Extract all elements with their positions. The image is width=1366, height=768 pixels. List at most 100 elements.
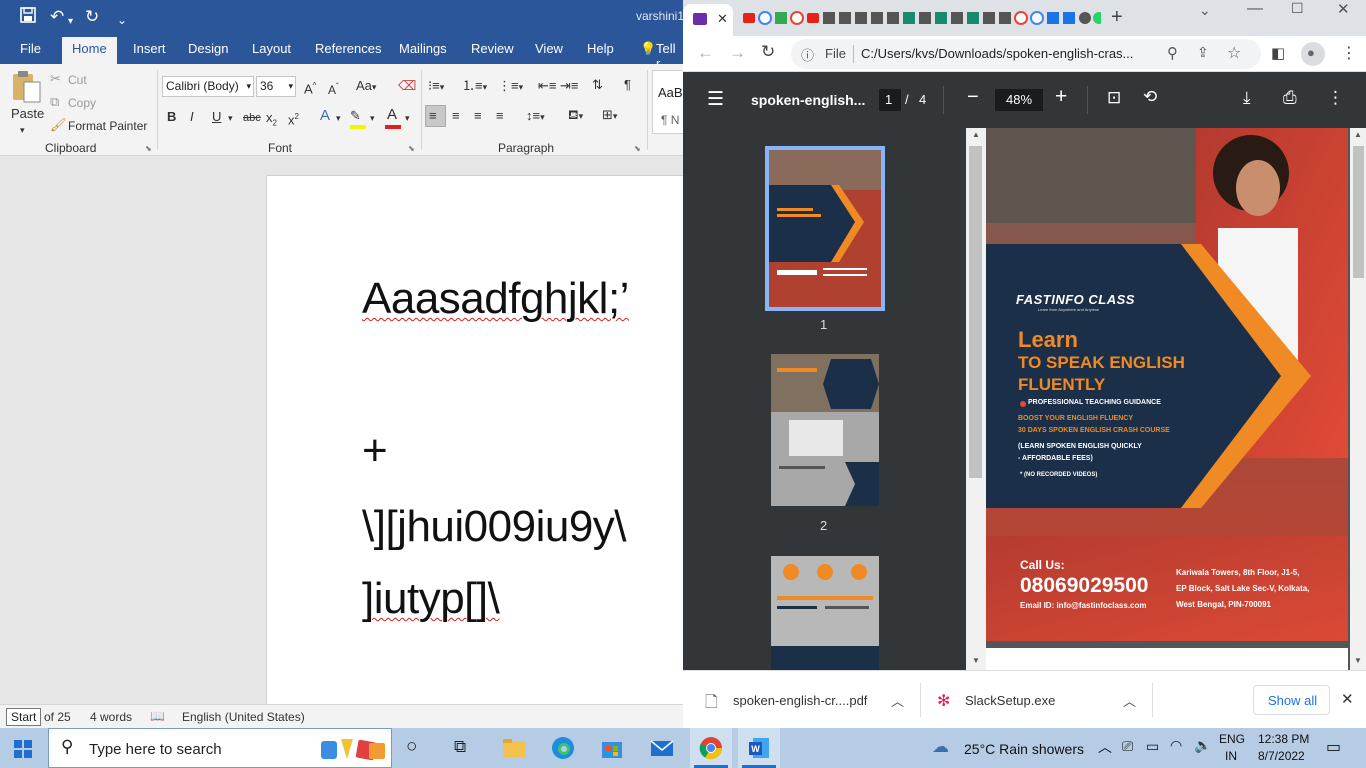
tab-design[interactable]: Design — [188, 41, 228, 56]
tab-insert[interactable]: Insert — [133, 41, 166, 56]
proofing-icon[interactable]: 📖 — [150, 709, 165, 723]
language-status[interactable]: English (United States) — [182, 710, 305, 724]
thumbnail-3[interactable] — [771, 556, 879, 670]
redo-icon[interactable]: ↻ — [85, 7, 99, 27]
highlight-icon[interactable]: ✎ — [350, 108, 361, 124]
customize-quick-access-icon[interactable]: ⌄ — [117, 10, 127, 30]
bold-icon[interactable]: B — [167, 109, 176, 125]
pdf-menu-icon[interactable]: ☰ — [707, 88, 724, 111]
thumbnail-1[interactable] — [765, 146, 885, 311]
paragraph-launcher-icon[interactable]: ⬊ — [634, 144, 641, 153]
wifi-icon[interactable]: ◠ — [1170, 737, 1182, 754]
pdf-more-icon[interactable]: ⋮ — [1327, 88, 1344, 108]
taskbar-search-box[interactable]: ⚲ Type here to search — [48, 728, 392, 768]
search-highlights-icon[interactable] — [319, 735, 389, 763]
volume-icon[interactable]: 🔈 — [1194, 737, 1211, 754]
word-taskbar-button[interactable]: W — [738, 728, 780, 768]
page-count[interactable]: of 25 — [44, 710, 71, 724]
thumbnail-scrollbar[interactable]: ▲ ▼ — [966, 128, 986, 670]
tab-home[interactable]: Home — [62, 37, 117, 65]
maximize-icon[interactable]: ☐ — [1291, 0, 1304, 17]
undo-dropdown-icon[interactable]: ▾ — [68, 12, 73, 32]
download-item-pdf[interactable]: 🗋 spoken-english-cr....pdf ︿ — [693, 679, 911, 721]
justify-icon[interactable]: ≡ — [496, 108, 504, 124]
font-color-dropdown-icon[interactable]: ▾ — [405, 110, 410, 126]
store-icon[interactable] — [600, 736, 624, 760]
tab-review[interactable]: Review — [471, 41, 514, 56]
zoom-level-input[interactable]: 48% — [995, 89, 1043, 111]
tab-search-icon[interactable]: ⌄ — [1199, 2, 1211, 19]
download-options-icon[interactable]: ︿ — [1123, 691, 1136, 710]
thumbnail-2[interactable] — [771, 354, 879, 506]
clock-time[interactable]: 12:38 PM — [1258, 732, 1309, 746]
download-item-exe[interactable]: ✻ SlackSetup.exe ︿ — [927, 679, 1149, 721]
show-formatting-icon[interactable]: ¶ — [624, 77, 631, 93]
reload-icon[interactable]: ↻ — [761, 42, 775, 62]
strikethrough-icon[interactable]: abc — [243, 110, 261, 126]
rotate-icon[interactable]: ⟲ — [1143, 87, 1157, 107]
clipboard-icon[interactable] — [10, 70, 42, 104]
pdf-scrollbar[interactable]: ▲ ▼ — [1350, 128, 1366, 670]
save-icon[interactable] — [20, 7, 36, 28]
text-effects-dropdown-icon[interactable]: ▾ — [336, 110, 341, 126]
document-page[interactable]: Aaasadfghjkl;’ + \][jhui009iu9y\ ]iutyp[… — [266, 175, 683, 715]
clear-formatting-icon[interactable]: ⌫ — [398, 78, 416, 94]
tab-mailings[interactable]: Mailings — [399, 41, 447, 56]
italic-icon[interactable]: I — [190, 109, 194, 125]
mail-icon[interactable] — [650, 736, 674, 760]
download-icon[interactable]: ⤓ — [1243, 88, 1251, 108]
tab-help[interactable]: Help — [587, 41, 614, 56]
line-spacing-icon[interactable]: ↕≡▾ — [526, 108, 545, 125]
format-painter-button[interactable]: Format Painter — [68, 118, 147, 134]
file-explorer-icon[interactable] — [502, 736, 526, 760]
address-bar[interactable]: ⓘ File C:/Users/kvs/Downloads/spoken-eng… — [791, 39, 1261, 69]
underline-icon[interactable]: U — [212, 109, 221, 125]
language-code[interactable]: ENG — [1219, 732, 1245, 746]
close-download-bar-icon[interactable]: ✕ — [1341, 690, 1354, 708]
active-tab[interactable]: ✕ — [683, 4, 733, 36]
styles-gallery[interactable]: AaB ¶ N — [652, 70, 683, 134]
notification-icon[interactable]: ▭ — [1326, 737, 1341, 757]
highlight-dropdown-icon[interactable]: ▾ — [370, 110, 375, 126]
edge-icon[interactable] — [551, 736, 575, 760]
copy-button[interactable]: Copy — [68, 95, 96, 111]
pdf-scroll-thumb[interactable] — [1353, 146, 1364, 278]
align-right-icon[interactable]: ≡ — [474, 108, 482, 124]
zoom-in-icon[interactable]: + — [1055, 85, 1067, 109]
undo-icon[interactable]: ↶ — [50, 7, 64, 27]
decrease-indent-icon[interactable]: ⇤≡ — [538, 78, 556, 94]
profile-avatar[interactable]: ● — [1301, 42, 1325, 66]
cut-button[interactable]: Cut — [68, 72, 87, 88]
task-view-icon[interactable]: ⧉ — [454, 737, 466, 757]
grow-font-icon[interactable]: A^ — [304, 78, 316, 97]
increase-indent-icon[interactable]: ⇥≡ — [560, 78, 578, 94]
language-region[interactable]: IN — [1225, 749, 1237, 763]
print-icon[interactable]: ⎙ — [1283, 88, 1297, 108]
tab-layout[interactable]: Layout — [252, 41, 291, 56]
change-case-icon[interactable]: Aa▾ — [356, 78, 376, 95]
tab-favicons[interactable] — [741, 9, 1105, 27]
info-icon[interactable]: ⓘ — [801, 45, 814, 64]
clipboard-launcher-icon[interactable]: ⬊ — [145, 144, 152, 153]
new-tab-icon[interactable]: + — [1111, 6, 1123, 29]
back-icon[interactable]: ← — [697, 43, 714, 63]
fit-page-icon[interactable]: ⊡ — [1107, 88, 1121, 108]
download-options-icon[interactable]: ︿ — [891, 691, 904, 710]
clock-date[interactable]: 8/7/2022 — [1258, 749, 1305, 763]
cortana-icon[interactable]: ○ — [406, 736, 417, 758]
meet-now-icon[interactable]: ⎚ — [1122, 738, 1133, 755]
chrome-taskbar-button[interactable] — [690, 728, 732, 768]
page-number-input[interactable]: 1 — [879, 89, 901, 111]
bullets-icon[interactable]: ⁝≡▾ — [428, 78, 444, 95]
font-name-box[interactable]: Calibri (Body) ▾ — [162, 76, 254, 97]
word-count[interactable]: 4 words — [90, 710, 132, 724]
close-tab-icon[interactable]: ✕ — [717, 11, 728, 27]
show-all-button[interactable]: Show all — [1253, 685, 1330, 715]
tab-view[interactable]: View — [535, 41, 563, 56]
align-center-icon[interactable]: ≡ — [452, 108, 460, 124]
bookmark-star-icon[interactable]: ☆ — [1227, 43, 1241, 63]
sort-icon[interactable]: ⇅ — [592, 77, 603, 93]
weather-text[interactable]: 25°C Rain showers — [964, 741, 1084, 757]
multilevel-list-icon[interactable]: ⋮≡▾ — [498, 78, 523, 95]
share-icon[interactable]: ⇪ — [1197, 44, 1209, 61]
